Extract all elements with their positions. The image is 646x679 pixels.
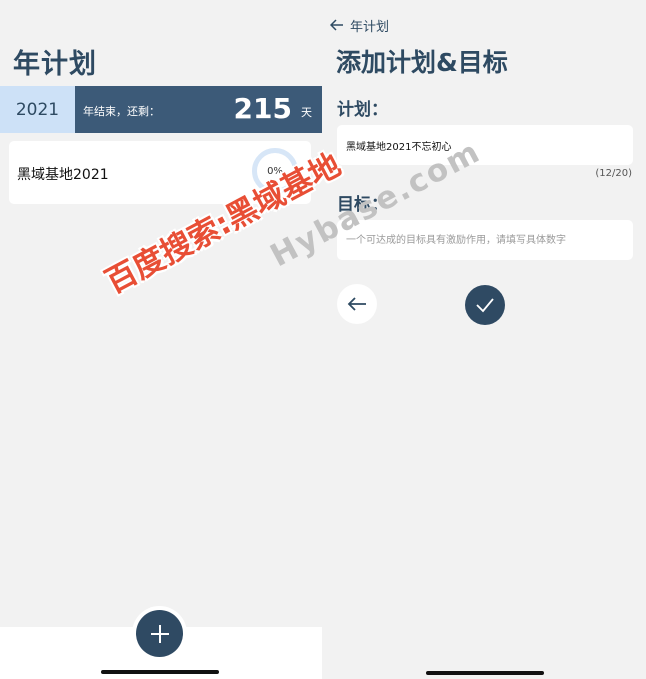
plan-label: 计划： [337,100,388,120]
confirm-button[interactable] [465,285,505,325]
home-indicator [426,671,544,675]
year-selector[interactable]: 2021 [0,86,75,133]
add-plan-screen: 年计划 添加计划&目标 计划： (12/20) 目标： [322,0,646,679]
remaining-label: 年结束，还剩： [83,105,160,118]
page-title: 年计划 [13,49,97,80]
year-plan-screen: 年计划 2021 年结束，还剩： 215 天 黑域基地2021 0% [0,0,322,679]
plan-char-counter: (12/20) [595,168,632,179]
back-label: 年计划 [350,19,390,35]
progress-percent: 0% [267,165,283,177]
plus-icon [150,624,169,643]
checkmark-icon [476,298,494,313]
cancel-button[interactable] [337,284,377,324]
home-indicator [101,670,219,674]
plan-card[interactable]: 黑域基地2021 0% [9,141,311,204]
arrow-left-icon [330,19,343,31]
plan-card-title: 黑域基地2021 [17,167,109,183]
goal-label: 目标： [337,195,388,215]
back-navigation[interactable]: 年计划 [330,15,389,35]
remaining-days-unit: 天 [301,106,312,119]
remaining-days-count: 215 [233,92,292,125]
year-summary-bar: 2021 年结束，还剩： 215 天 [0,86,322,133]
add-plan-button[interactable] [136,610,183,657]
screenshot-root: 年计划 2021 年结束，还剩： 215 天 黑域基地2021 0% 年计划 添… [0,0,646,679]
progress-ring: 0% [252,148,298,194]
goal-input[interactable] [337,220,633,260]
page-title: 添加计划&目标 [336,48,508,77]
remaining-days-panel: 年结束，还剩： 215 天 [75,86,322,133]
arrow-left-icon [347,297,366,311]
plan-input[interactable] [337,125,633,165]
